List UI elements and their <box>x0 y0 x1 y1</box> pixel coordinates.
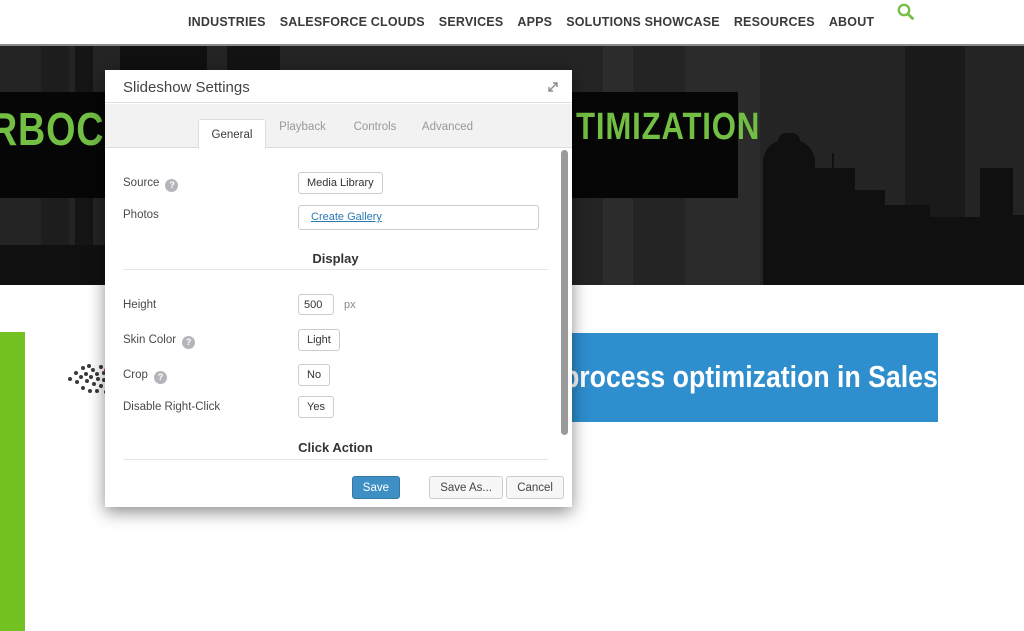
skin-color-label: Skin Color <box>123 334 195 349</box>
source-label: Source <box>123 177 178 192</box>
nav-item-solutions-showcase[interactable]: SOLUTIONS SHOWCASE <box>566 15 720 29</box>
crop-value-button[interactable]: No <box>298 364 330 386</box>
logo-dot <box>95 389 99 393</box>
modal-header: Slideshow Settings <box>105 70 572 103</box>
section-divider <box>123 459 548 460</box>
height-unit-label: px <box>344 299 356 311</box>
modal-footer: Save Save As... Cancel <box>105 467 572 507</box>
search-icon[interactable] <box>895 1 917 23</box>
tab-general[interactable]: General <box>198 119 266 149</box>
logo-dot <box>99 365 103 369</box>
nav-item-salesforce-clouds[interactable]: SALESFORCE CLOUDS <box>280 15 425 29</box>
click-action-section-header: Click Action <box>123 440 548 455</box>
logo-dot <box>74 371 78 375</box>
logo-dot <box>89 375 93 379</box>
logo-dot <box>96 377 100 381</box>
building-antenna <box>832 153 834 175</box>
slideshow-settings-modal: Slideshow Settings General Playback Cont… <box>105 70 572 507</box>
nav-item-resources[interactable]: RESOURCES <box>734 15 815 29</box>
building-silhouette <box>1010 215 1024 285</box>
nav-menu: INDUSTRIES SALESFORCE CLOUDS SERVICES AP… <box>188 0 874 44</box>
save-button[interactable]: Save <box>352 476 400 499</box>
create-gallery-link[interactable]: Create Gallery <box>311 211 382 223</box>
logo-dot <box>75 380 79 384</box>
tab-advanced[interactable]: Advanced <box>420 121 475 133</box>
logo-dot <box>88 389 92 393</box>
tab-playback[interactable]: Playback <box>275 121 330 133</box>
modal-tab-strip: General Playback Controls Advanced <box>105 104 572 148</box>
logo-dot <box>95 372 99 376</box>
hero-headline-right: TIMIZATION <box>576 106 760 149</box>
help-icon[interactable] <box>154 371 167 384</box>
height-input[interactable] <box>298 294 334 315</box>
banner-title: process optimization in Sales Cloud <box>563 359 1021 395</box>
nav-item-services[interactable]: SERVICES <box>439 15 504 29</box>
logo-dot <box>85 379 89 383</box>
photos-box: Create Gallery <box>298 205 539 230</box>
logo-dot <box>81 386 85 390</box>
logo-dot <box>92 382 96 386</box>
modal-body: Source Media Library Photos Create Galle… <box>105 148 572 507</box>
logo-dot <box>68 377 72 381</box>
logo-dot <box>81 366 85 370</box>
modal-scrollbar[interactable] <box>561 150 568 435</box>
logo-dot <box>91 368 95 372</box>
expand-icon[interactable] <box>545 79 561 95</box>
skin-color-value-button[interactable]: Light <box>298 329 340 351</box>
logo-dot <box>79 375 83 379</box>
skin-color-label-text: Skin Color <box>123 334 176 346</box>
photos-label: Photos <box>123 209 159 221</box>
nav-item-industries[interactable]: INDUSTRIES <box>188 15 266 29</box>
tab-controls[interactable]: Controls <box>350 121 400 133</box>
logo-dot <box>99 384 103 388</box>
crop-label-text: Crop <box>123 369 148 381</box>
source-label-text: Source <box>123 177 159 189</box>
building-silhouette <box>810 168 855 285</box>
nav-item-about[interactable]: ABOUT <box>829 15 874 29</box>
disable-right-click-label: Disable Right-Click <box>123 401 220 413</box>
logo-dot <box>84 372 88 376</box>
top-navigation: INDUSTRIES SALESFORCE CLOUDS SERVICES AP… <box>0 0 1024 44</box>
building-silhouette <box>778 133 800 147</box>
building-silhouette <box>980 168 1013 285</box>
nav-item-apps[interactable]: APPS <box>517 15 552 29</box>
logo-dot <box>87 364 91 368</box>
modal-title: Slideshow Settings <box>123 79 250 96</box>
building-silhouette <box>855 190 885 285</box>
header-divider <box>0 44 1024 46</box>
crop-label: Crop <box>123 369 167 384</box>
green-accent-bar <box>0 332 25 631</box>
help-icon[interactable] <box>165 179 178 192</box>
building-silhouette <box>930 217 985 285</box>
building-silhouette <box>885 205 930 285</box>
cancel-button[interactable]: Cancel <box>506 476 564 499</box>
building-silhouette <box>763 140 815 285</box>
disable-right-click-value-button[interactable]: Yes <box>298 396 334 418</box>
height-label: Height <box>123 299 156 311</box>
display-section-header: Display <box>123 251 548 266</box>
section-divider <box>123 269 548 270</box>
source-value-button[interactable]: Media Library <box>298 172 383 194</box>
save-as-button[interactable]: Save As... <box>429 476 503 499</box>
help-icon[interactable] <box>182 336 195 349</box>
